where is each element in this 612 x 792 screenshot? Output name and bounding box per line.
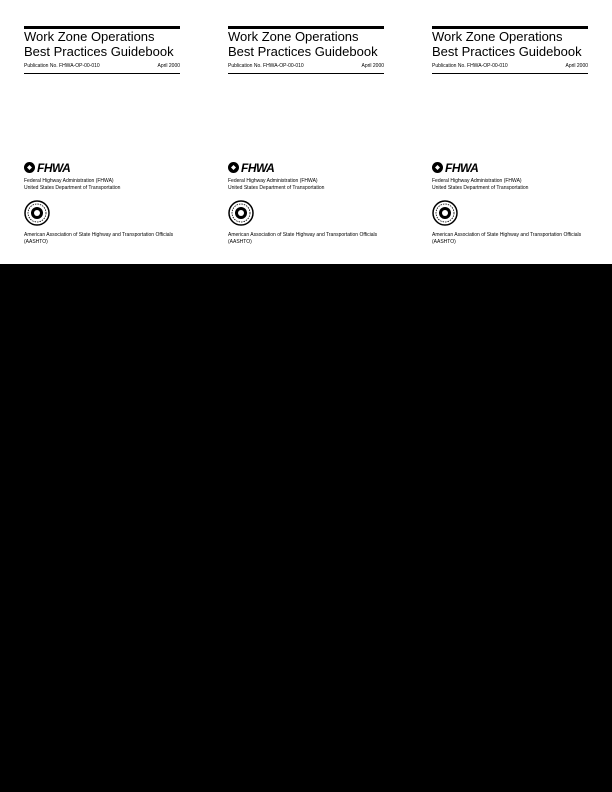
cover-page-3: Work Zone Operations Best Practices Guid… [432,0,592,264]
association-block: American Association of State Highway an… [24,232,184,246]
agency-name: Federal Highway Administration (FHWA) [228,178,318,184]
publication-line: Publication No. FHWA-OP-00-010 April 200… [432,63,588,70]
fhwa-shield-icon [24,162,35,173]
department-name: United States Department of Transportati… [24,185,121,191]
document-title: Work Zone Operations Best Practices Guid… [432,29,602,59]
publication-number: Publication No. FHWA-OP-00-010 [432,63,508,69]
association-name: American Association of State Highway an… [228,232,378,238]
cover-page-2: Work Zone Operations Best Practices Guid… [228,0,388,264]
title-line-1: Work Zone Operations [24,29,155,44]
fhwa-logo: FHWA [24,160,71,175]
publication-date: April 2000 [361,63,384,69]
publication-line: Publication No. FHWA-OP-00-010 April 200… [228,63,384,70]
fhwa-shield-icon [432,162,443,173]
department-name: United States Department of Transportati… [432,185,529,191]
fhwa-shield-icon [228,162,239,173]
publication-date: April 2000 [565,63,588,69]
aashto-seal-icon [432,200,458,226]
fhwa-logo-text: FHWA [445,160,479,175]
association-name: American Association of State Highway an… [432,232,582,238]
association-name: American Association of State Highway an… [24,232,174,238]
publication-line: Publication No. FHWA-OP-00-010 April 200… [24,63,180,70]
department-name: United States Department of Transportati… [228,185,325,191]
fhwa-logo-text: FHWA [241,160,275,175]
publication-rule [432,73,588,74]
fhwa-logo: FHWA [432,160,479,175]
association-abbrev: (AASHTO) [228,239,252,245]
agency-block: Federal Highway Administration (FHWA) Un… [432,178,592,192]
association-abbrev: (AASHTO) [24,239,48,245]
agency-block: Federal Highway Administration (FHWA) Un… [24,178,184,192]
publication-rule [24,73,180,74]
agency-name: Federal Highway Administration (FHWA) [24,178,114,184]
document-title: Work Zone Operations Best Practices Guid… [24,29,194,59]
publication-number: Publication No. FHWA-OP-00-010 [228,63,304,69]
cover-page-1: Work Zone Operations Best Practices Guid… [24,0,184,264]
agency-name: Federal Highway Administration (FHWA) [432,178,522,184]
association-abbrev: (AASHTO) [432,239,456,245]
cover-strip: Work Zone Operations Best Practices Guid… [0,0,612,264]
association-block: American Association of State Highway an… [432,232,592,246]
publication-rule [228,73,384,74]
association-block: American Association of State Highway an… [228,232,388,246]
fhwa-logo-text: FHWA [37,160,71,175]
black-background-area [0,264,612,792]
aashto-seal-icon [24,200,50,226]
title-line-1: Work Zone Operations [228,29,359,44]
agency-block: Federal Highway Administration (FHWA) Un… [228,178,388,192]
document-title: Work Zone Operations Best Practices Guid… [228,29,398,59]
title-line-2: Best Practices Guidebook [432,44,582,59]
aashto-seal-icon [228,200,254,226]
title-line-1: Work Zone Operations [432,29,563,44]
title-line-2: Best Practices Guidebook [228,44,378,59]
publication-date: April 2000 [157,63,180,69]
fhwa-logo: FHWA [228,160,275,175]
publication-number: Publication No. FHWA-OP-00-010 [24,63,100,69]
title-line-2: Best Practices Guidebook [24,44,174,59]
